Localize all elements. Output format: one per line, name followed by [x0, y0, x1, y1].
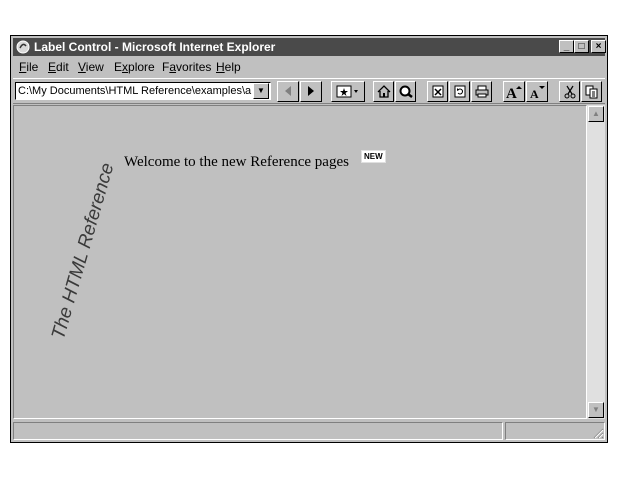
cut-icon	[564, 85, 575, 99]
copy-icon	[585, 85, 597, 99]
favorites-button[interactable]	[331, 81, 365, 102]
stop-icon	[432, 85, 443, 98]
status-bar	[13, 422, 605, 440]
font-larger-button[interactable]: A	[503, 81, 525, 102]
title-bar[interactable]: Label Control - Microsoft Internet Explo…	[13, 38, 606, 56]
search-icon	[399, 85, 413, 98]
svg-text:A: A	[530, 87, 539, 99]
maximize-button[interactable]: □	[574, 40, 589, 53]
minimize-icon: _	[563, 41, 570, 52]
status-pane-main	[13, 422, 503, 440]
font-smaller-icon: A	[530, 86, 545, 99]
home-button[interactable]	[373, 81, 394, 102]
back-icon	[285, 86, 291, 96]
back-button[interactable]	[277, 81, 299, 102]
refresh-button[interactable]	[449, 81, 470, 102]
address-dropdown-button[interactable]: ▼	[253, 83, 269, 99]
stop-button[interactable]	[427, 81, 448, 102]
browser-window: Label Control - Microsoft Internet Explo…	[10, 35, 608, 443]
arrow-down-icon: ▼	[592, 405, 600, 414]
font-larger-icon: A	[506, 86, 522, 99]
vertical-scrollbar[interactable]: ▲ ▼	[587, 105, 605, 419]
refresh-icon	[454, 85, 465, 98]
menu-edit[interactable]: Edit	[48, 60, 69, 74]
svg-text:A: A	[506, 86, 517, 99]
search-button[interactable]	[395, 81, 416, 102]
menu-view[interactable]: View	[78, 60, 104, 74]
address-field[interactable]: C:\My Documents\HTML Reference\examples\…	[15, 82, 271, 100]
favorites-icon	[336, 85, 358, 98]
scroll-up-button[interactable]: ▲	[588, 106, 604, 122]
toolbar: C:\My Documents\HTML Reference\examples\…	[13, 78, 605, 104]
close-icon: ×	[595, 41, 602, 52]
print-icon	[475, 85, 488, 98]
maximize-icon: □	[578, 41, 585, 52]
welcome-text: Welcome to the new Reference pages	[124, 154, 349, 170]
chevron-down-icon: ▼	[257, 86, 265, 95]
menu-help[interactable]: Help	[216, 60, 241, 74]
resize-grip-icon[interactable]	[592, 427, 604, 439]
arrow-up-icon: ▲	[592, 109, 600, 118]
forward-button[interactable]	[300, 81, 322, 102]
new-badge: NEW	[361, 150, 386, 163]
menu-file[interactable]: File	[19, 60, 38, 74]
menu-bar: File Edit View Explore Favorites Help	[13, 57, 605, 77]
status-pane-zone	[505, 422, 605, 440]
copy-button[interactable]	[581, 81, 602, 102]
rotated-label: The HTML Reference	[48, 160, 119, 342]
close-button[interactable]: ×	[591, 40, 606, 53]
home-icon	[377, 85, 390, 98]
window-title: Label Control - Microsoft Internet Explo…	[34, 40, 276, 54]
menu-favorites[interactable]: Favorites	[162, 60, 211, 74]
forward-icon	[308, 86, 314, 96]
page-viewport[interactable]: The HTML Reference Welcome to the new Re…	[13, 105, 587, 419]
minimize-button[interactable]: _	[559, 40, 574, 53]
menu-explore[interactable]: Explore	[114, 60, 155, 74]
cut-button[interactable]	[559, 81, 580, 102]
font-smaller-button[interactable]: A	[526, 81, 548, 102]
print-button[interactable]	[471, 81, 492, 102]
scroll-down-button[interactable]: ▼	[588, 402, 604, 418]
ie-app-icon	[16, 40, 30, 54]
